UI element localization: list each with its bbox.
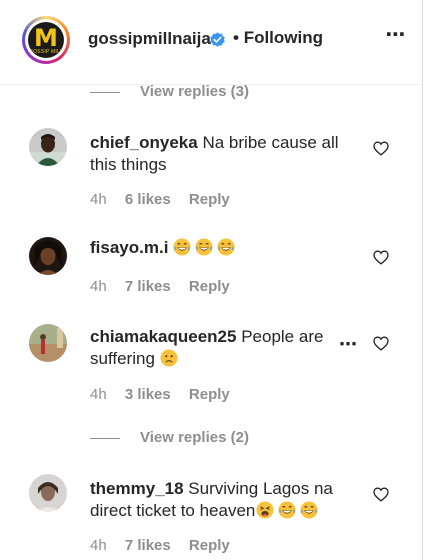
comment-time: 4h [90, 191, 107, 208]
like-count[interactable]: 3 likes [125, 386, 171, 403]
comment-time: 4h [90, 278, 107, 295]
commenter-avatar[interactable] [29, 324, 67, 362]
comment-more-options-icon[interactable]: ⋯ [339, 335, 358, 353]
like-count[interactable]: 7 likes [125, 537, 171, 554]
reply-button[interactable]: Reply [189, 191, 230, 208]
comment-username[interactable]: chief_onyeka [90, 133, 198, 152]
comment-username[interactable]: chiamakaqueen25 [90, 327, 236, 346]
comment-text: themmy_18 Surviving Lagos na direct tick… [90, 479, 333, 520]
tears-of-joy-emoji-icon [300, 501, 318, 519]
tears-of-joy-emoji-icon [278, 501, 296, 519]
comment-meta: 4h 6 likes Reply [90, 191, 244, 208]
comment-time: 4h [90, 386, 107, 403]
heart-outline-icon[interactable] [373, 336, 389, 351]
comment-text: chiamakaqueen25 People are suffering [90, 327, 324, 368]
tears-of-joy-emoji-icon [195, 238, 213, 256]
heart-outline-icon[interactable] [373, 250, 389, 265]
tears-of-joy-emoji-icon [217, 238, 235, 256]
gossipmill-logo: M GOSSIP MILL [28, 22, 64, 58]
heart-outline-icon[interactable] [373, 487, 389, 502]
profile-avatar[interactable]: M GOSSIP MILL [22, 16, 70, 64]
post-header: M GOSSIP MILL gossipmillnaija • Followin… [0, 0, 423, 85]
comment-username[interactable]: fisayo.m.i [90, 238, 168, 257]
tears-of-joy-emoji-icon [173, 238, 191, 256]
commenter-avatar[interactable] [29, 474, 67, 512]
like-count[interactable]: 7 likes [125, 278, 171, 295]
frowning-face-emoji-icon [160, 349, 178, 367]
post-comments-panel: M GOSSIP MILL gossipmillnaija • Followin… [0, 0, 423, 560]
comment-meta: 4h 7 likes Reply [90, 278, 244, 295]
heart-outline-icon[interactable] [373, 141, 389, 156]
comment-text: chief_onyeka Na bribe cause all this thi… [90, 133, 339, 174]
reply-button[interactable]: Reply [189, 537, 230, 554]
verified-badge-icon [210, 32, 225, 47]
comment-meta: 4h 7 likes Reply [90, 537, 244, 554]
like-count[interactable]: 6 likes [125, 191, 171, 208]
more-options-icon[interactable]: ⋯ [385, 25, 407, 50]
commenter-avatar[interactable] [29, 237, 67, 275]
following-status[interactable]: • Following [233, 28, 323, 48]
commenter-avatar[interactable] [29, 128, 67, 166]
reply-button[interactable]: Reply [189, 278, 230, 295]
divider-line [90, 438, 120, 439]
comment-username[interactable]: themmy_18 [90, 479, 184, 498]
tired-face-emoji-icon [256, 501, 274, 519]
divider-line [90, 92, 120, 93]
reply-button[interactable]: Reply [189, 386, 230, 403]
header-username[interactable]: gossipmillnaija [88, 29, 211, 49]
comment-text: fisayo.m.i [90, 237, 350, 259]
comment-meta: 4h 3 likes Reply [90, 386, 244, 403]
comment-time: 4h [90, 537, 107, 554]
